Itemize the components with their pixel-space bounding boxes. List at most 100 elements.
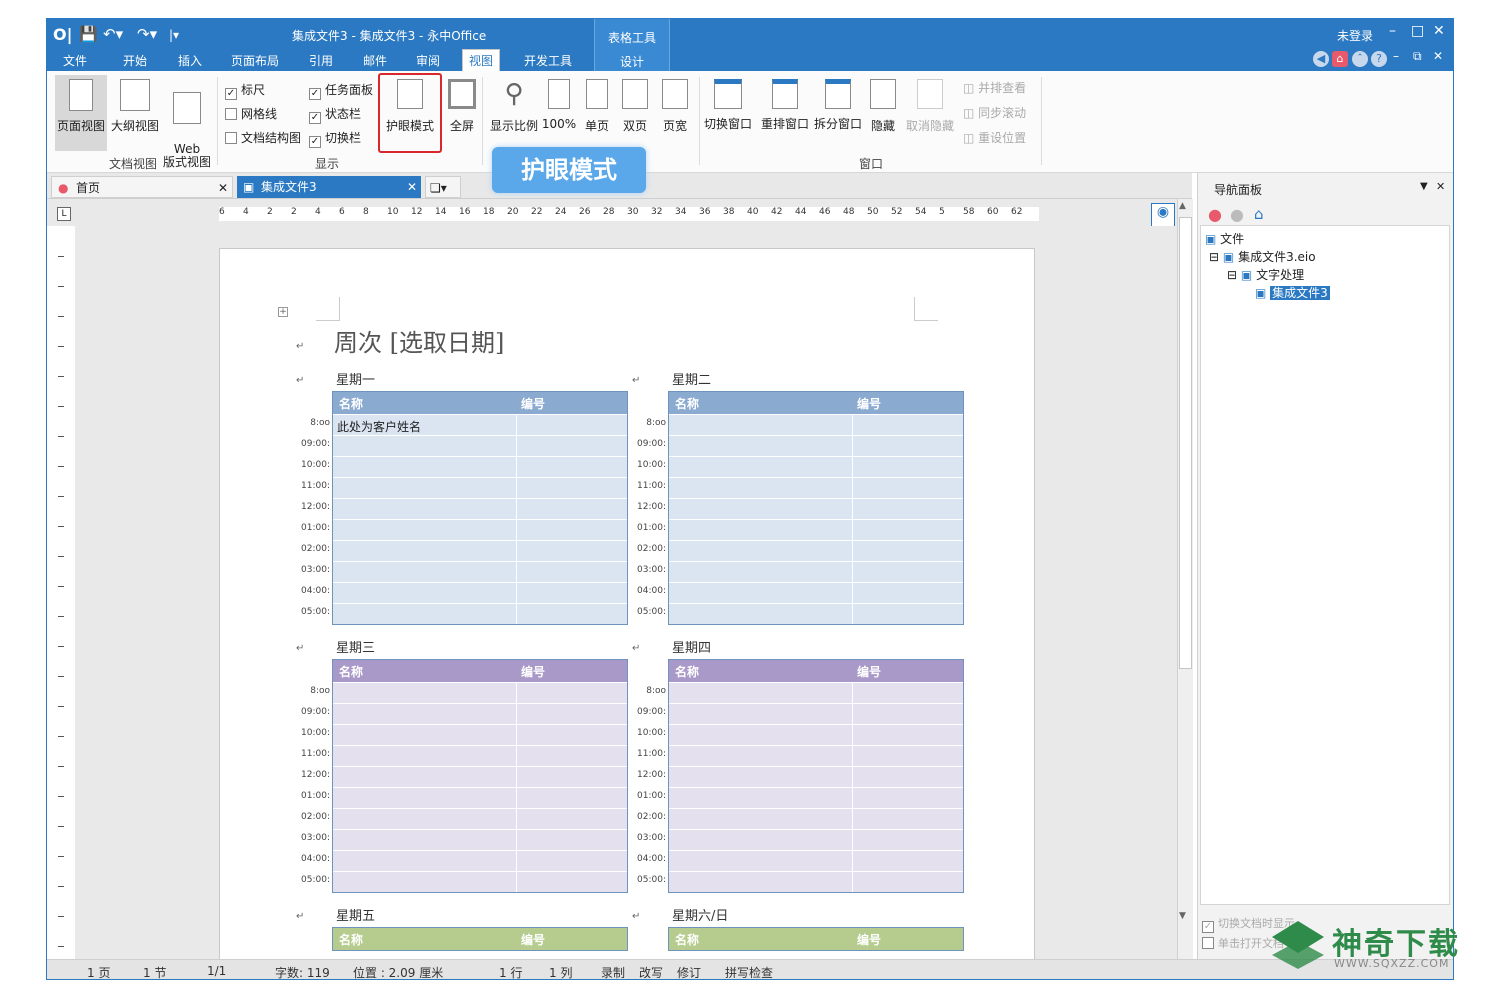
- web-view-button[interactable]: Web 版式视图: [161, 79, 213, 182]
- table-row[interactable]: [333, 519, 627, 540]
- close-tab-icon[interactable]: ✕: [407, 176, 417, 198]
- tab-document[interactable]: ▣ 集成文件3 ✕: [237, 176, 421, 198]
- status-item[interactable]: 录制: [601, 964, 625, 979]
- table-row[interactable]: [333, 724, 627, 745]
- table-row[interactable]: [333, 871, 627, 892]
- table-row[interactable]: [669, 456, 963, 477]
- table-row[interactable]: [333, 703, 627, 724]
- table-row[interactable]: [333, 850, 627, 871]
- tab-1[interactable]: 开始: [117, 52, 153, 71]
- page-view-button[interactable]: 页面视图: [55, 75, 107, 151]
- table-row[interactable]: [669, 829, 963, 850]
- location-pin-icon[interactable]: ◉: [1151, 203, 1175, 227]
- table-row[interactable]: [333, 787, 627, 808]
- table-row[interactable]: [669, 561, 963, 582]
- table-row[interactable]: [669, 414, 963, 435]
- day-table[interactable]: 名称 编号: [668, 927, 964, 951]
- login-status[interactable]: 未登录: [1337, 27, 1373, 44]
- tab-6[interactable]: 审阅: [410, 52, 446, 71]
- day-label[interactable]: 星期六/日: [672, 905, 728, 924]
- tab-design[interactable]: 设计: [595, 53, 669, 70]
- table-row[interactable]: [333, 561, 627, 582]
- customize-toolbar-icon[interactable]: |▾: [169, 28, 179, 42]
- day-label[interactable]: 星期四: [672, 637, 711, 656]
- status-item[interactable]: 拼写检查: [725, 964, 773, 979]
- table-row[interactable]: 此处为客户姓名: [333, 414, 627, 435]
- day-label[interactable]: 星期三: [336, 637, 375, 656]
- zoom-100-button[interactable]: 100%: [541, 79, 577, 131]
- table-row[interactable]: [333, 682, 627, 703]
- status-item[interactable]: 改写: [639, 964, 663, 979]
- table-row[interactable]: [333, 435, 627, 456]
- table-row[interactable]: [333, 766, 627, 787]
- table-row[interactable]: [669, 745, 963, 766]
- two-page-button[interactable]: 双页: [618, 79, 652, 134]
- document-heading[interactable]: 周次 [选取日期]: [334, 323, 504, 358]
- zoom-button[interactable]: ⚲ 显示比例: [487, 79, 541, 134]
- table-row[interactable]: [333, 745, 627, 766]
- table-row[interactable]: [669, 808, 963, 829]
- table-row[interactable]: [669, 435, 963, 456]
- maximize-icon[interactable]: □: [1411, 23, 1424, 39]
- day-table[interactable]: 名称 编号 此处为客户姓名: [332, 391, 628, 625]
- ruler-checkbox[interactable]: ✓ 标尺: [225, 81, 265, 100]
- reset-position-button[interactable]: ◫ 重设位置: [963, 129, 1026, 146]
- table-row[interactable]: [333, 498, 627, 519]
- tab-stop-selector[interactable]: L: [57, 207, 71, 221]
- outline-view-button[interactable]: 大纲视图: [109, 79, 161, 134]
- doc-restore-icon[interactable]: ⧉: [1413, 49, 1422, 64]
- scroll-down-icon[interactable]: ▼: [1179, 911, 1186, 921]
- page-width-button[interactable]: 页宽: [657, 79, 693, 134]
- tab-3[interactable]: 页面布局: [225, 52, 285, 71]
- undo-icon[interactable]: ↶▾: [103, 25, 123, 43]
- tree-node-doc[interactable]: ▣ 集成文件3: [1255, 284, 1330, 301]
- table-row[interactable]: [669, 787, 963, 808]
- single-page-button[interactable]: 单页: [580, 79, 614, 134]
- day-table[interactable]: 名称 编号: [668, 659, 964, 893]
- sync-scroll-button[interactable]: ◫ 同步滚动: [963, 104, 1026, 121]
- tab-home[interactable]: ● 首页 ✕: [51, 176, 233, 198]
- table-row[interactable]: [669, 519, 963, 540]
- new-tab-button[interactable]: ❏▾: [425, 176, 461, 198]
- table-row[interactable]: [333, 829, 627, 850]
- doc-close-icon[interactable]: ✕: [1433, 49, 1443, 63]
- tab-8[interactable]: 开发工具: [518, 52, 578, 71]
- nav-home-icon[interactable]: ⌂: [1254, 205, 1264, 223]
- panel-close-icon[interactable]: ✕: [1436, 180, 1445, 193]
- table-row[interactable]: [333, 582, 627, 603]
- table-row[interactable]: [333, 477, 627, 498]
- table-row[interactable]: [669, 871, 963, 892]
- close-tab-icon[interactable]: ✕: [218, 177, 228, 199]
- table-move-handle[interactable]: +: [278, 307, 288, 317]
- day-label[interactable]: 星期二: [672, 369, 711, 388]
- day-table[interactable]: 名称 编号: [332, 927, 628, 951]
- unhide-window-button[interactable]: 取消隐藏: [903, 79, 957, 134]
- status-item[interactable]: 修订: [677, 964, 701, 979]
- table-row[interactable]: [669, 724, 963, 745]
- table-row[interactable]: [333, 540, 627, 561]
- panel-menu-icon[interactable]: ▼: [1420, 181, 1428, 192]
- nav-forward-icon[interactable]: ●: [1230, 205, 1244, 224]
- horizontal-ruler[interactable]: 6 4 2 2 4 6 8 10 12 14 16 18 20 22 24 26 28 30 32 34 36 38 40 4…: [219, 207, 1039, 221]
- tab-4[interactable]: 引用: [303, 52, 339, 71]
- table-row[interactable]: [669, 703, 963, 724]
- table-row[interactable]: [333, 456, 627, 477]
- help-icon[interactable]: ?: [1371, 51, 1387, 67]
- table-row[interactable]: [669, 498, 963, 519]
- arrange-window-button[interactable]: 重排窗口: [760, 79, 810, 132]
- switch-window-button[interactable]: 切换窗口: [703, 79, 753, 132]
- day-label[interactable]: 星期五: [336, 905, 375, 924]
- task-pane-checkbox[interactable]: ✓ 任务面板: [309, 81, 373, 100]
- table-row[interactable]: [669, 582, 963, 603]
- vertical-ruler[interactable]: [55, 226, 69, 961]
- close-icon[interactable]: ✕: [1433, 23, 1445, 39]
- tab-2[interactable]: 插入: [172, 52, 208, 71]
- eye-mode-button[interactable]: 护眼模式: [380, 79, 440, 134]
- tree-node-file[interactable]: ▣ 文件: [1205, 230, 1244, 247]
- day-label[interactable]: 星期一: [336, 369, 375, 388]
- minimize-icon[interactable]: –: [1389, 23, 1396, 39]
- table-row[interactable]: [669, 603, 963, 624]
- day-table[interactable]: 名称 编号: [668, 391, 964, 625]
- scrollbar-thumb[interactable]: [1179, 217, 1192, 669]
- table-row[interactable]: [669, 766, 963, 787]
